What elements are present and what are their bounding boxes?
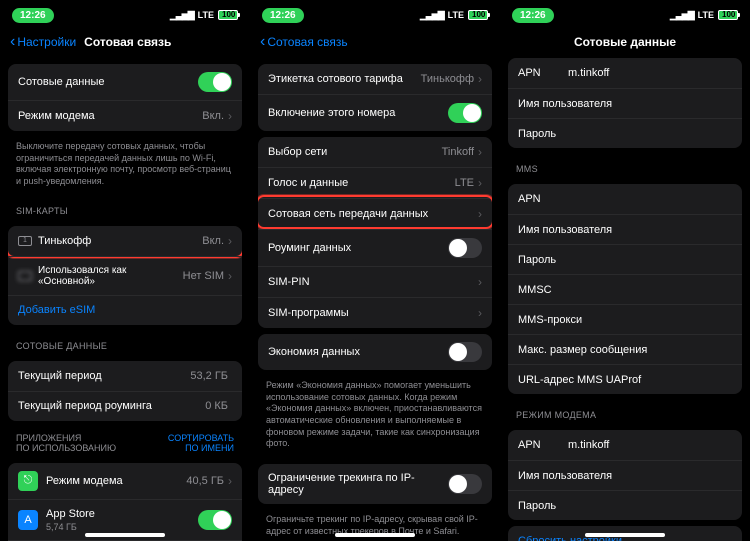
time-pill[interactable]: 12:26: [12, 8, 54, 23]
back-label: Настройки: [17, 35, 76, 49]
toggle-roaming[interactable]: [448, 238, 482, 258]
row-mms-max-size[interactable]: Макс. размер сообщения: [508, 334, 742, 364]
toggle-low-data[interactable]: [448, 342, 482, 362]
sim-icon: [18, 271, 32, 281]
home-indicator[interactable]: [85, 533, 165, 537]
battery-icon: 100: [718, 10, 738, 20]
page-title: Сотовые данные: [500, 35, 750, 49]
sim-icon: 1: [18, 236, 32, 246]
status-bar: 12:26 ▁▃▅▇ LTE 100: [0, 0, 250, 30]
signal-icon: ▁▃▅▇: [420, 10, 444, 21]
apps-sort-row: ПРИЛОЖЕНИЯ ПО ИСПОЛЬЗОВАНИЮ СОРТИРОВАТЬ …: [0, 427, 250, 457]
phone-screenshot-3: 12:26 ▁▃▅▇ LTE 100 Сотовые данные APN m.…: [500, 0, 750, 541]
chevron-right-icon: ›: [478, 72, 482, 86]
time-pill[interactable]: 12:26: [262, 8, 304, 23]
page-title: Сотовая связь: [84, 35, 171, 49]
back-button[interactable]: ‹ Настройки: [10, 34, 76, 50]
row-roaming-period[interactable]: Текущий период роуминга 0 КБ: [8, 391, 242, 421]
back-button[interactable]: ‹ Сотовая связь: [260, 34, 348, 50]
chevron-left-icon: ‹: [10, 34, 15, 50]
apps-header: ПРИЛОЖЕНИЯ ПО ИСПОЛЬЗОВАНИЮ: [16, 433, 116, 453]
row-enable-number[interactable]: Включение этого номера: [258, 94, 492, 131]
chevron-left-icon: ‹: [260, 34, 265, 50]
signal-icon: ▁▃▅▇: [670, 10, 694, 21]
chevron-right-icon: ›: [478, 306, 482, 320]
row-mms-uaprof[interactable]: URL-адрес MMS UAProf: [508, 364, 742, 394]
hotspot-icon: ⎋: [18, 471, 38, 491]
chevron-right-icon: ›: [478, 145, 482, 159]
signal-icon: ▁▃▅▇: [170, 10, 194, 21]
chevron-right-icon: ›: [228, 109, 232, 123]
network-type: LTE: [448, 10, 464, 20]
phone-screenshot-2: 12:26 ▁▃▅▇ LTE 100 ‹ Сотовая связь Этике…: [250, 0, 500, 541]
app-row-hotspot[interactable]: ⎋ Режим модема 40,5 ГБ ›: [8, 463, 242, 499]
toggle-tracking[interactable]: [448, 474, 482, 494]
toggle-enable-number[interactable]: [448, 103, 482, 123]
section-header-mms: MMS: [500, 154, 750, 178]
row-cellular-data-network[interactable]: Сотовая сеть передачи данных ›: [258, 198, 492, 229]
row-voice-data[interactable]: Голос и данные LTE ›: [258, 167, 492, 198]
chevron-right-icon: ›: [478, 275, 482, 289]
time-pill[interactable]: 12:26: [512, 8, 554, 23]
row-mms-password[interactable]: Пароль: [508, 244, 742, 274]
row-password-cellular[interactable]: Пароль: [508, 118, 742, 148]
footer-text: Режим «Экономия данных» помогает уменьши…: [250, 376, 500, 458]
appstore-icon: A: [18, 510, 38, 530]
row-sim-previous[interactable]: Использовался как «Основной» Нет SIM ›: [8, 256, 242, 295]
chevron-right-icon: ›: [228, 474, 232, 488]
battery-icon: 100: [468, 10, 488, 20]
chevron-right-icon: ›: [478, 176, 482, 190]
row-hotspot-password[interactable]: Пароль: [508, 490, 742, 520]
battery-icon: 100: [218, 10, 238, 20]
row-data-roaming[interactable]: Роуминг данных: [258, 229, 492, 266]
row-mmsc[interactable]: MMSC: [508, 274, 742, 304]
status-bar: 12:26 ▁▃▅▇ LTE 100: [250, 0, 500, 30]
navbar: ‹ Сотовая связь: [250, 30, 500, 58]
row-hotspot[interactable]: Режим модема Вкл. ›: [8, 100, 242, 131]
chevron-right-icon: ›: [478, 207, 482, 221]
network-type: LTE: [198, 10, 214, 20]
section-header-sim: SIM-КАРТЫ: [0, 196, 250, 220]
row-cellular-data[interactable]: Сотовые данные: [8, 64, 242, 100]
row-username-cellular[interactable]: Имя пользователя: [508, 88, 742, 118]
back-label: Сотовая связь: [267, 35, 347, 49]
section-header-hotspot: РЕЖИМ МОДЕМА: [500, 400, 750, 424]
home-indicator[interactable]: [585, 533, 665, 537]
row-sim-pin[interactable]: SIM-PIN ›: [258, 266, 492, 297]
row-plan-label[interactable]: Этикетка сотового тарифа Тинькофф ›: [258, 64, 492, 94]
chevron-right-icon: ›: [228, 269, 232, 283]
row-hotspot-username[interactable]: Имя пользователя: [508, 460, 742, 490]
phone-screenshot-1: 12:26 ▁▃▅▇ LTE 100 ‹ Настройки Сотовая с…: [0, 0, 250, 541]
network-type: LTE: [698, 10, 714, 20]
row-mms-apn[interactable]: APN: [508, 184, 742, 214]
toggle-app[interactable]: [198, 510, 232, 530]
home-indicator[interactable]: [335, 533, 415, 537]
row-network-selection[interactable]: Выбор сети Tinkoff ›: [258, 137, 492, 167]
sort-button[interactable]: СОРТИРОВАТЬ ПО ИМЕНИ: [168, 433, 234, 453]
section-header-data: СОТОВЫЕ ДАННЫЕ: [0, 331, 250, 355]
row-apn-cellular[interactable]: APN m.tinkoff: [508, 58, 742, 88]
navbar: Сотовые данные: [500, 30, 750, 58]
row-mms-proxy[interactable]: MMS-прокси: [508, 304, 742, 334]
toggle-cellular-data[interactable]: [198, 72, 232, 92]
row-limit-tracking[interactable]: Ограничение трекинга по IP-адресу: [258, 464, 492, 504]
chevron-right-icon: ›: [228, 234, 232, 248]
row-mms-username[interactable]: Имя пользователя: [508, 214, 742, 244]
row-low-data-mode[interactable]: Экономия данных: [258, 334, 492, 370]
row-sim-apps[interactable]: SIM-программы ›: [258, 297, 492, 328]
row-add-esim[interactable]: Добавить eSIM: [8, 295, 242, 325]
footer-text: Выключите передачу сотовых данных, чтобы…: [0, 137, 250, 196]
status-bar: 12:26 ▁▃▅▇ LTE 100: [500, 0, 750, 30]
row-sim-tinkoff[interactable]: 1 Тинькофф Вкл. ›: [8, 226, 242, 256]
navbar: ‹ Настройки Сотовая связь: [0, 30, 250, 58]
row-hotspot-apn[interactable]: APN m.tinkoff: [508, 430, 742, 460]
row-current-period[interactable]: Текущий период 53,2 ГБ: [8, 361, 242, 391]
